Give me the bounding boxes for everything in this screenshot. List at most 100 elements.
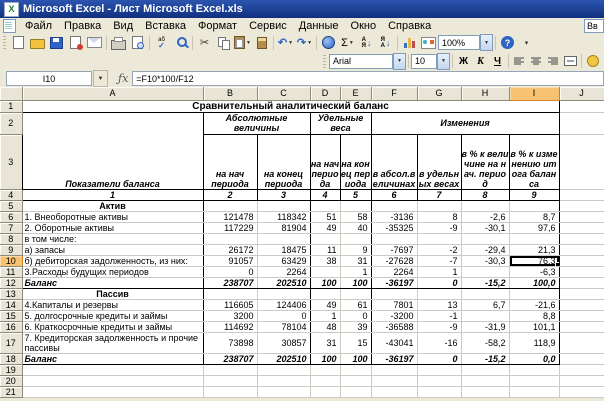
cell-H6[interactable]: -2,6 <box>461 211 509 222</box>
cell-E15[interactable]: 0 <box>340 310 371 321</box>
cell-D10[interactable]: 38 <box>310 255 340 266</box>
redo-button[interactable]: ↷▼ <box>295 34 314 51</box>
column-header-G[interactable]: G <box>417 87 461 100</box>
cell-B4[interactable]: 2 <box>203 189 257 200</box>
cell-C13[interactable] <box>257 288 310 299</box>
italic-button[interactable]: К <box>472 54 489 69</box>
cell-G3-header[interactable]: в удельных весах <box>417 134 461 189</box>
row-header-14[interactable]: 14 <box>0 299 22 310</box>
menu-file[interactable]: Файл <box>19 19 58 33</box>
cell-H7[interactable]: -30,1 <box>461 222 509 233</box>
cell-F19[interactable] <box>371 364 417 375</box>
cell-G14[interactable]: 13 <box>417 299 461 310</box>
cell-D17[interactable]: 31 <box>310 332 340 353</box>
cell-J10[interactable] <box>559 255 604 266</box>
font-size-dropdown-button[interactable]: ▼ <box>437 53 450 70</box>
cell-B17[interactable]: 73898 <box>203 332 257 353</box>
row-header-10[interactable]: 10 <box>0 255 22 266</box>
cell-A11[interactable]: 3.Расходы будущих периодов <box>22 266 203 277</box>
menu-format[interactable]: Формат <box>192 19 243 33</box>
column-header-I[interactable]: I <box>509 87 559 100</box>
cell-D14[interactable]: 49 <box>310 299 340 310</box>
font-name-dropdown-button[interactable]: ▼ <box>393 53 406 70</box>
cell-C7[interactable]: 81904 <box>257 222 310 233</box>
cell-H4[interactable]: 8 <box>461 189 509 200</box>
column-header-J[interactable]: J <box>559 87 604 100</box>
cell-J21[interactable] <box>559 386 604 397</box>
align-center-button[interactable] <box>528 54 545 69</box>
print-button[interactable] <box>109 34 128 51</box>
cell-J1[interactable] <box>559 100 604 112</box>
cell-C11[interactable]: 2264 <box>257 266 310 277</box>
cell-D15[interactable]: 1 <box>310 310 340 321</box>
cell-D5[interactable] <box>310 200 340 211</box>
cell-F7[interactable]: -35325 <box>371 222 417 233</box>
undo-button[interactable]: ↶▼ <box>276 34 295 51</box>
cell-B14[interactable]: 116605 <box>203 299 257 310</box>
cell-I18[interactable]: 0,0 <box>509 353 559 364</box>
cell-I7[interactable]: 97,6 <box>509 222 559 233</box>
cell-F20[interactable] <box>371 375 417 386</box>
cell-D20[interactable] <box>310 375 340 386</box>
cell-B13[interactable] <box>203 288 257 299</box>
cell-C5[interactable] <box>257 200 310 211</box>
cell-I16[interactable]: 101,1 <box>509 321 559 332</box>
cell-H11[interactable] <box>461 266 509 277</box>
toolbar-grip[interactable] <box>3 36 6 49</box>
cell-I9[interactable]: 21,3 <box>509 244 559 255</box>
cell-J19[interactable] <box>559 364 604 375</box>
cell-G21[interactable] <box>417 386 461 397</box>
row-header-11[interactable]: 11 <box>0 266 22 277</box>
cell-G10[interactable]: -7 <box>417 255 461 266</box>
cell-B16[interactable]: 114692 <box>203 321 257 332</box>
column-header-E[interactable]: E <box>340 87 371 100</box>
copy-button[interactable] <box>214 34 233 51</box>
cell-I13[interactable] <box>509 288 559 299</box>
cell-D16[interactable]: 48 <box>310 321 340 332</box>
cell-F5[interactable] <box>371 200 417 211</box>
cell-E4[interactable]: 5 <box>340 189 371 200</box>
cell-G15[interactable]: -1 <box>417 310 461 321</box>
column-header-B[interactable]: B <box>203 87 257 100</box>
cell-C18[interactable]: 202510 <box>257 353 310 364</box>
cell-H20[interactable] <box>461 375 509 386</box>
cell-C19[interactable] <box>257 364 310 375</box>
cell-G6[interactable]: 8 <box>417 211 461 222</box>
cell-D21[interactable] <box>310 386 340 397</box>
row-header-17[interactable]: 17 <box>0 332 22 353</box>
insert-hyperlink-button[interactable] <box>319 34 338 51</box>
cell-E18[interactable]: 100 <box>340 353 371 364</box>
cell-E14[interactable]: 61 <box>340 299 371 310</box>
cell-E11[interactable]: 1 <box>340 266 371 277</box>
row-header-3[interactable]: 3 <box>0 134 22 189</box>
cell-I20[interactable] <box>509 375 559 386</box>
cell-F8[interactable] <box>371 233 417 244</box>
cell-H16[interactable]: -31,9 <box>461 321 509 332</box>
row-header-4[interactable]: 4 <box>0 189 22 200</box>
fx-icon[interactable]: ƒx <box>118 72 128 85</box>
column-header-H[interactable]: H <box>461 87 509 100</box>
cell-A17[interactable]: 7. Кредиторская задолженность и прочие п… <box>22 332 203 353</box>
row-header-5[interactable]: 5 <box>0 200 22 211</box>
spelling-button[interactable]: аб✓ <box>152 34 171 51</box>
print-preview-button[interactable] <box>128 34 147 51</box>
cell-C21[interactable] <box>257 386 310 397</box>
cell-F3-header[interactable]: в абсол.величинах <box>371 134 417 189</box>
cell-B3-header[interactable]: на нач периода <box>203 134 257 189</box>
cell-H8[interactable] <box>461 233 509 244</box>
autosum-button[interactable]: Σ▼ <box>338 34 357 51</box>
cell-I5[interactable] <box>509 200 559 211</box>
cell-F16[interactable]: -36588 <box>371 321 417 332</box>
cell-F12[interactable]: -36197 <box>371 277 417 288</box>
cell-B21[interactable] <box>203 386 257 397</box>
underline-button[interactable]: Ч <box>489 54 506 69</box>
cell-H14[interactable]: 6,7 <box>461 299 509 310</box>
cell-I21[interactable] <box>509 386 559 397</box>
cell-A4[interactable]: 1 <box>22 189 203 200</box>
cell-H17[interactable]: -58,2 <box>461 332 509 353</box>
cell-H3-header[interactable]: в % к величине на нач. период <box>461 134 509 189</box>
cell-H18[interactable]: -15,2 <box>461 353 509 364</box>
cell-A5[interactable]: Актив <box>22 200 203 211</box>
cell-E19[interactable] <box>340 364 371 375</box>
cell-J11[interactable] <box>559 266 604 277</box>
